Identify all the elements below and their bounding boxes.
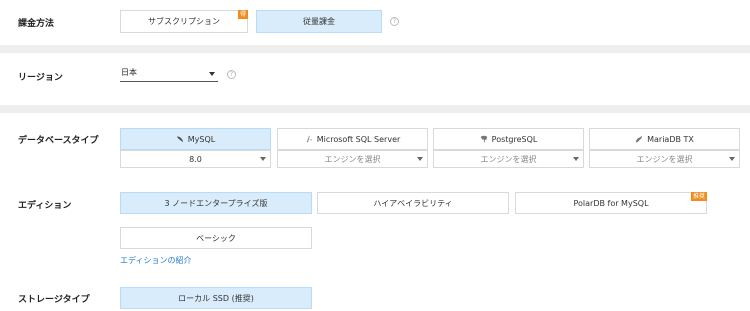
engine-mysql-label: MySQL (187, 134, 216, 144)
region-select[interactable]: 日本 (120, 66, 218, 82)
mariadb-version-select[interactable]: エンジンを選択 (589, 150, 740, 168)
engine-sqlserver-label: Microsoft SQL Server (316, 134, 401, 144)
mysql-dolphin-icon (176, 136, 183, 143)
chevron-down-icon (209, 71, 215, 76)
edition-enterprise-label: 3 ノードエンタープライズ版 (164, 198, 268, 208)
region-help-icon[interactable]: ? (227, 70, 236, 79)
region-label: リージョン (18, 73, 63, 83)
edition-label: エディション (18, 201, 72, 211)
recommended-badge: 推奨 (690, 192, 707, 201)
region-value: 日本 (121, 68, 137, 77)
edition-enterprise-option[interactable]: 3 ノードエンタープライズ版 (120, 192, 312, 214)
billing-help-icon[interactable]: ? (390, 17, 399, 26)
edition-polardb-label: PolarDB for MySQL (573, 198, 649, 208)
sqlserver-version-placeholder: エンジンを選択 (324, 154, 381, 164)
sqlserver-icon (306, 135, 312, 143)
edition-basic-label: ベーシック (196, 233, 236, 243)
chevron-down-icon (260, 157, 266, 161)
postgresql-version-select[interactable]: エンジンを選択 (433, 150, 584, 168)
engine-mariadb-option[interactable]: MariaDB TX (589, 128, 740, 150)
mariadb-seal-icon (635, 135, 643, 143)
edition-ha-option[interactable]: ハイアベイラビリティ (317, 192, 509, 214)
storage-local-ssd-label: ローカル SSD (推奨) (178, 293, 254, 303)
deal-badge: 得 (237, 10, 248, 19)
edition-intro-link[interactable]: エディションの紹介 (120, 255, 191, 266)
mysql-version-select[interactable]: 8.0 (120, 150, 271, 168)
sqlserver-version-select[interactable]: エンジンを選択 (277, 150, 428, 168)
engine-mariadb-label: MariaDB TX (647, 134, 694, 144)
postgresql-version-placeholder: エンジンを選択 (480, 154, 537, 164)
chevron-down-icon (573, 157, 579, 161)
edition-ha-label: ハイアベイラビリティ (373, 198, 453, 208)
engine-postgresql-option[interactable]: PostgreSQL (433, 128, 584, 150)
edition-basic-option[interactable]: ベーシック (120, 227, 312, 249)
storage-type-label: ストレージタイプ (18, 295, 90, 305)
billing-subscription-label: サブスクリプション (148, 17, 220, 26)
engine-mysql-option[interactable]: MySQL (120, 128, 271, 150)
mariadb-version-placeholder: エンジンを選択 (636, 154, 693, 164)
engine-sqlserver-option[interactable]: Microsoft SQL Server (277, 128, 428, 150)
mysql-version-value: 8.0 (189, 154, 202, 164)
engine-postgresql-label: PostgreSQL (491, 134, 538, 144)
storage-local-ssd-option[interactable]: ローカル SSD (推奨) (120, 287, 312, 309)
db-type-label: データベースタイプ (18, 136, 99, 146)
postgresql-elephant-icon (480, 135, 487, 143)
edition-polardb-option[interactable]: PolarDB for MySQL 推奨 (515, 192, 707, 214)
chevron-down-icon (729, 157, 735, 161)
section-separator (0, 105, 750, 113)
chevron-down-icon (417, 157, 423, 161)
billing-subscription-option[interactable]: サブスクリプション 得 (120, 10, 248, 33)
billing-payg-option[interactable]: 従量課金 (256, 10, 382, 33)
section-separator (0, 45, 750, 53)
billing-method-label: 課金方法 (18, 19, 55, 29)
billing-payg-label: 従量課金 (303, 17, 335, 26)
